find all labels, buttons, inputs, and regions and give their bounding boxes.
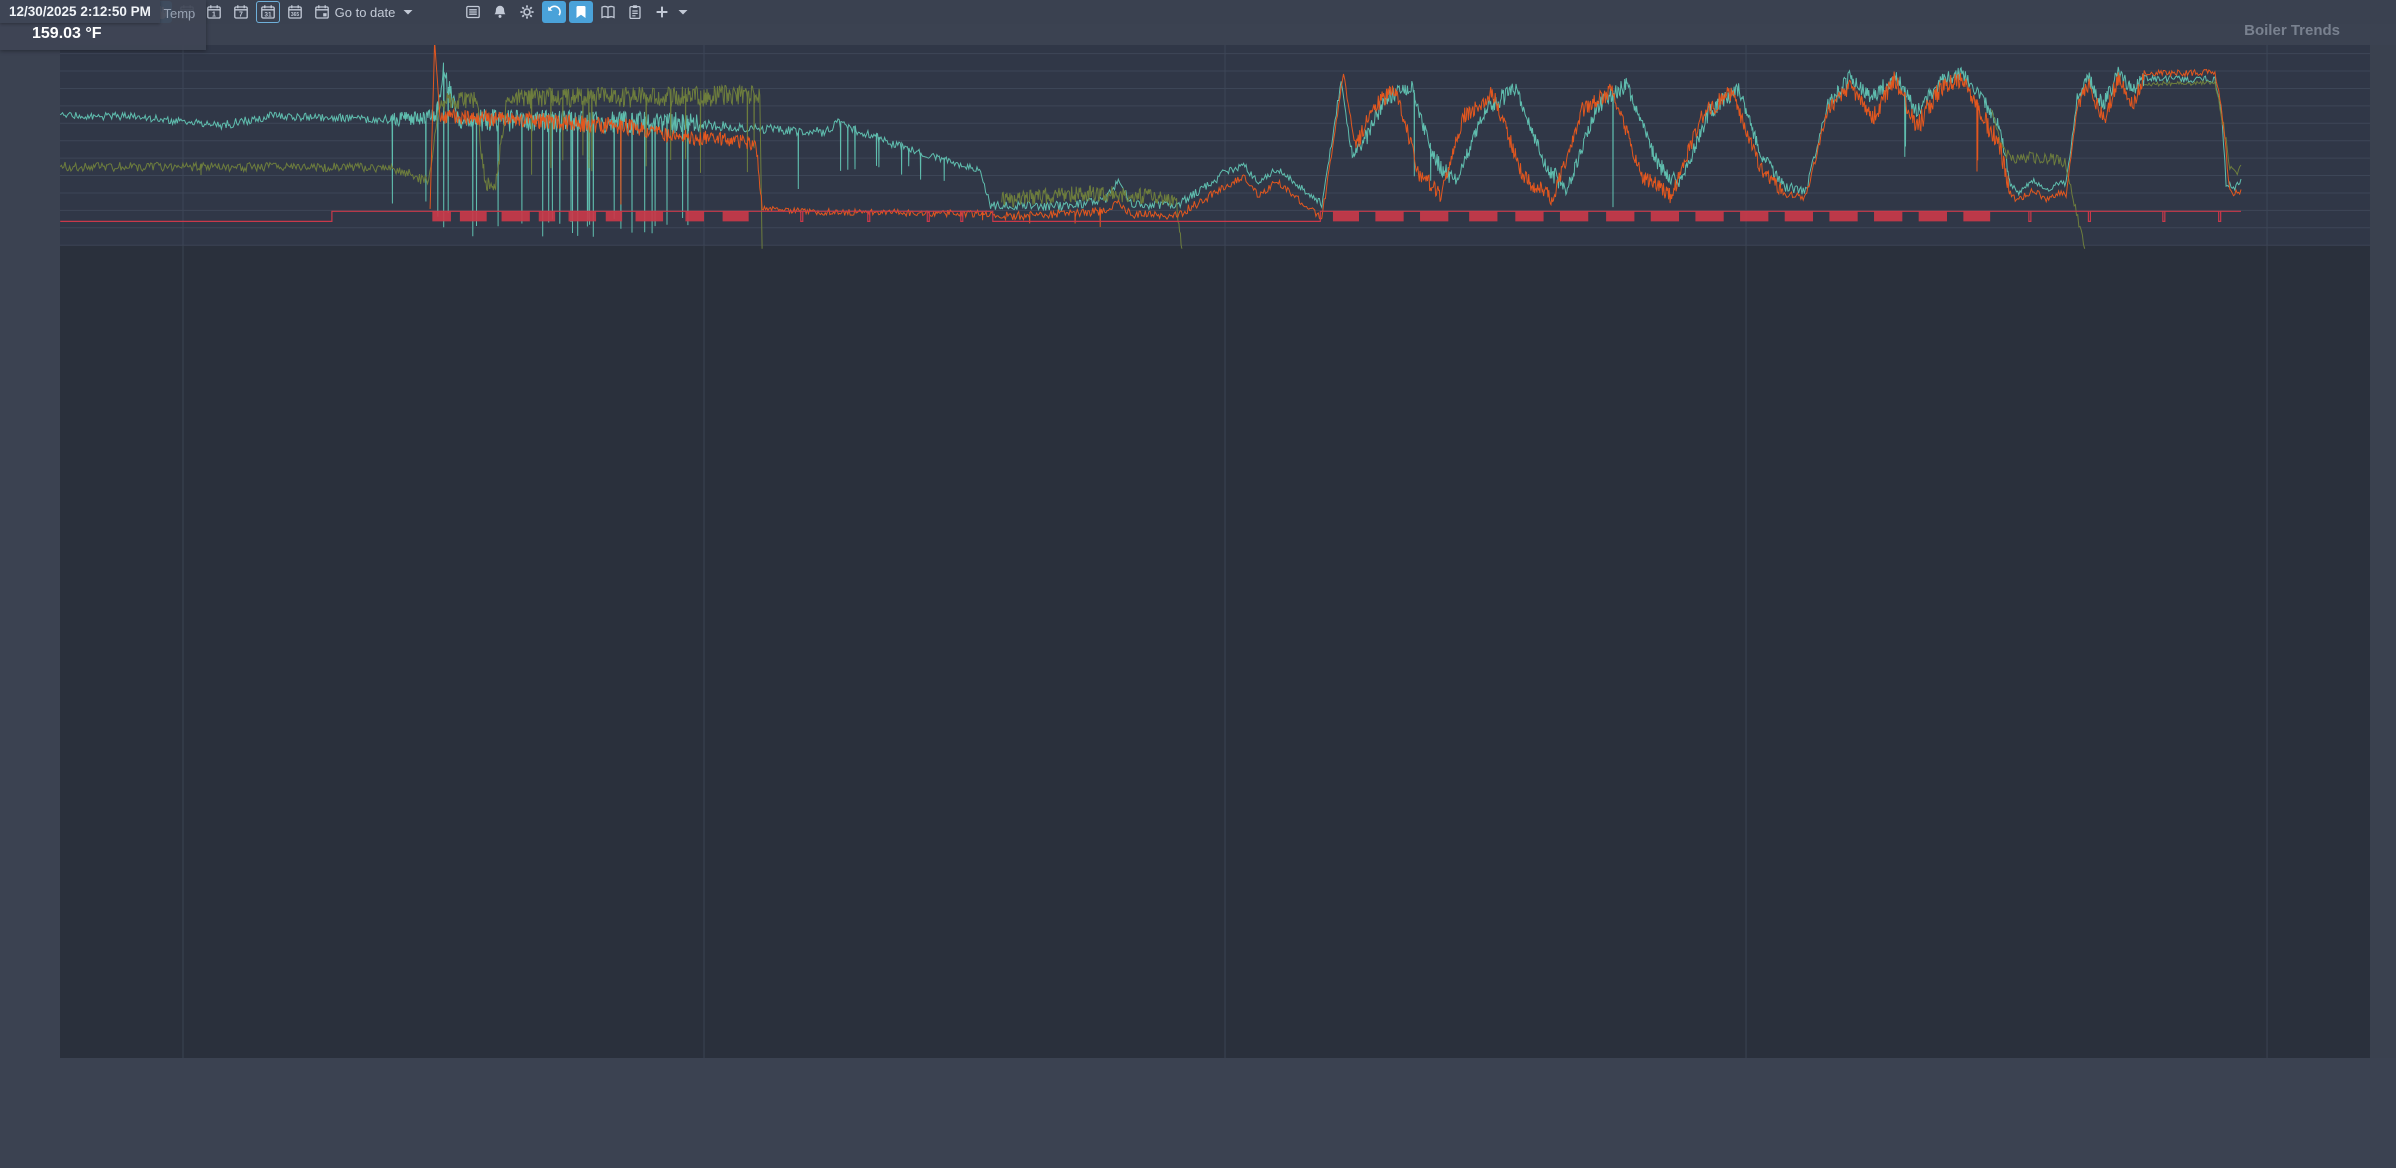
page-title: Boiler Trends: [2244, 22, 2340, 39]
tooltip-series-swatch: [11, 27, 25, 41]
cursor-time-badge: 12/30/2025 2:12:50 PM: [0, 0, 160, 23]
tooltip-value: 159.03 °F: [32, 25, 102, 43]
trend-chart[interactable]: [0, 0, 2396, 1168]
